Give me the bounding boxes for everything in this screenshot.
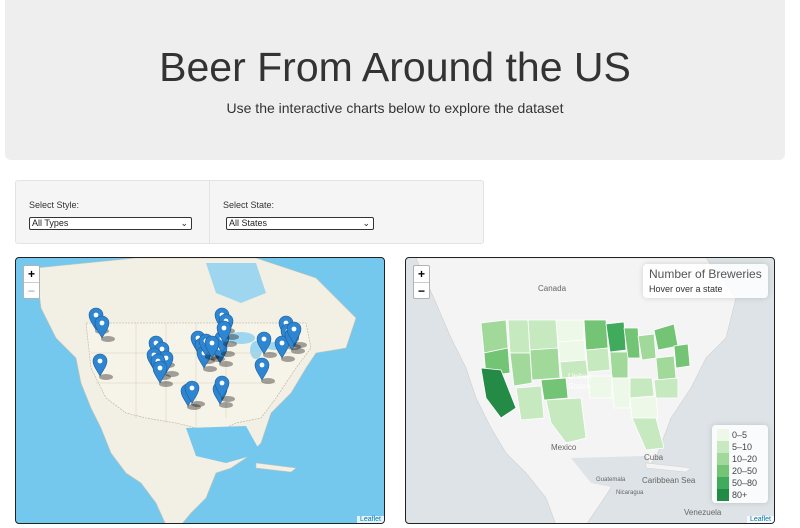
info-panel: Number of Breweries Hover over a state: [643, 264, 768, 298]
style-filter: Select Style: All Types ⌄: [16, 181, 210, 243]
legend-swatch: [717, 441, 729, 453]
label-guatemala: Guatemala: [596, 477, 626, 483]
chevron-down-icon: ⌄: [180, 218, 188, 228]
brewery-markers: [88, 307, 307, 410]
legend-label: 0–5: [732, 430, 748, 440]
brewery-marker[interactable]: [256, 331, 277, 358]
legend-label: 80+: [732, 490, 748, 500]
header-jumbotron: Beer From Around the US Use the interact…: [5, 0, 785, 160]
style-select[interactable]: All Types ⌄: [29, 217, 192, 230]
brewery-choropleth-map[interactable]: Canada United States Mexico Cuba Caribbe…: [405, 257, 775, 524]
choropleth-legend: 0–5 5–10 10–20 20–50 50–80 80+: [712, 425, 768, 503]
legend-item: 80+: [717, 489, 763, 501]
legend-item: 0–5: [717, 429, 763, 441]
label-canada: Canada: [538, 284, 567, 293]
zoom-out-button[interactable]: −: [414, 282, 429, 298]
legend-item: 5–10: [717, 441, 763, 453]
label-cuba: Cuba: [644, 453, 664, 462]
info-title: Number of Breweries: [649, 267, 762, 281]
page-title: Beer From Around the US: [159, 44, 631, 90]
brewery-marker[interactable]: [94, 315, 115, 342]
legend-swatch: [717, 429, 729, 441]
zoom-out-button[interactable]: −: [24, 282, 39, 298]
state-select[interactable]: All States ⌄: [226, 217, 374, 230]
page-subtitle: Use the interactive charts below to expl…: [226, 100, 564, 116]
legend-item: 10–20: [717, 453, 763, 465]
legend-label: 10–20: [732, 454, 758, 464]
state-select-value: All States: [229, 218, 268, 228]
legend-label: 20–50: [732, 466, 758, 476]
brewery-marker[interactable]: [254, 357, 275, 384]
style-filter-label: Select Style:: [29, 200, 80, 210]
zoom-control: + −: [413, 265, 430, 299]
zoom-in-button[interactable]: +: [24, 266, 39, 282]
zoom-control: + −: [23, 265, 40, 299]
state-filter-label: Select State:: [223, 200, 275, 210]
style-select-value: All Types: [32, 218, 69, 228]
info-hint: Hover over a state: [649, 284, 723, 294]
zoom-in-button[interactable]: +: [414, 266, 429, 282]
legend-item: 20–50: [717, 465, 763, 477]
leaflet-attribution-link[interactable]: Leaflet: [746, 516, 774, 523]
label-united-states: United States: [568, 372, 592, 391]
legend-item: 50–80: [717, 477, 763, 489]
legend-label: 5–10: [732, 442, 753, 452]
legend-swatch: [717, 453, 729, 465]
legend-label: 50–80: [732, 478, 758, 488]
brewery-marker-map[interactable]: + − Leaflet: [15, 257, 385, 524]
label-nicaragua: Nicaragua: [616, 490, 644, 496]
legend-swatch: [717, 489, 729, 501]
label-mexico: Mexico: [551, 443, 577, 452]
chevron-down-icon: ⌄: [362, 218, 370, 228]
label-venezuela: Venezuela: [684, 508, 722, 517]
filter-panel: Select Style: All Types ⌄ Select State: …: [15, 180, 484, 244]
state-filter: Select State: All States ⌄: [210, 181, 483, 243]
label-caribbean-sea: Caribbean Sea: [642, 476, 696, 485]
legend-swatch: [717, 465, 729, 477]
leaflet-attribution-link[interactable]: Leaflet: [356, 516, 384, 523]
legend-swatch: [717, 477, 729, 489]
brewery-marker[interactable]: [92, 353, 113, 380]
